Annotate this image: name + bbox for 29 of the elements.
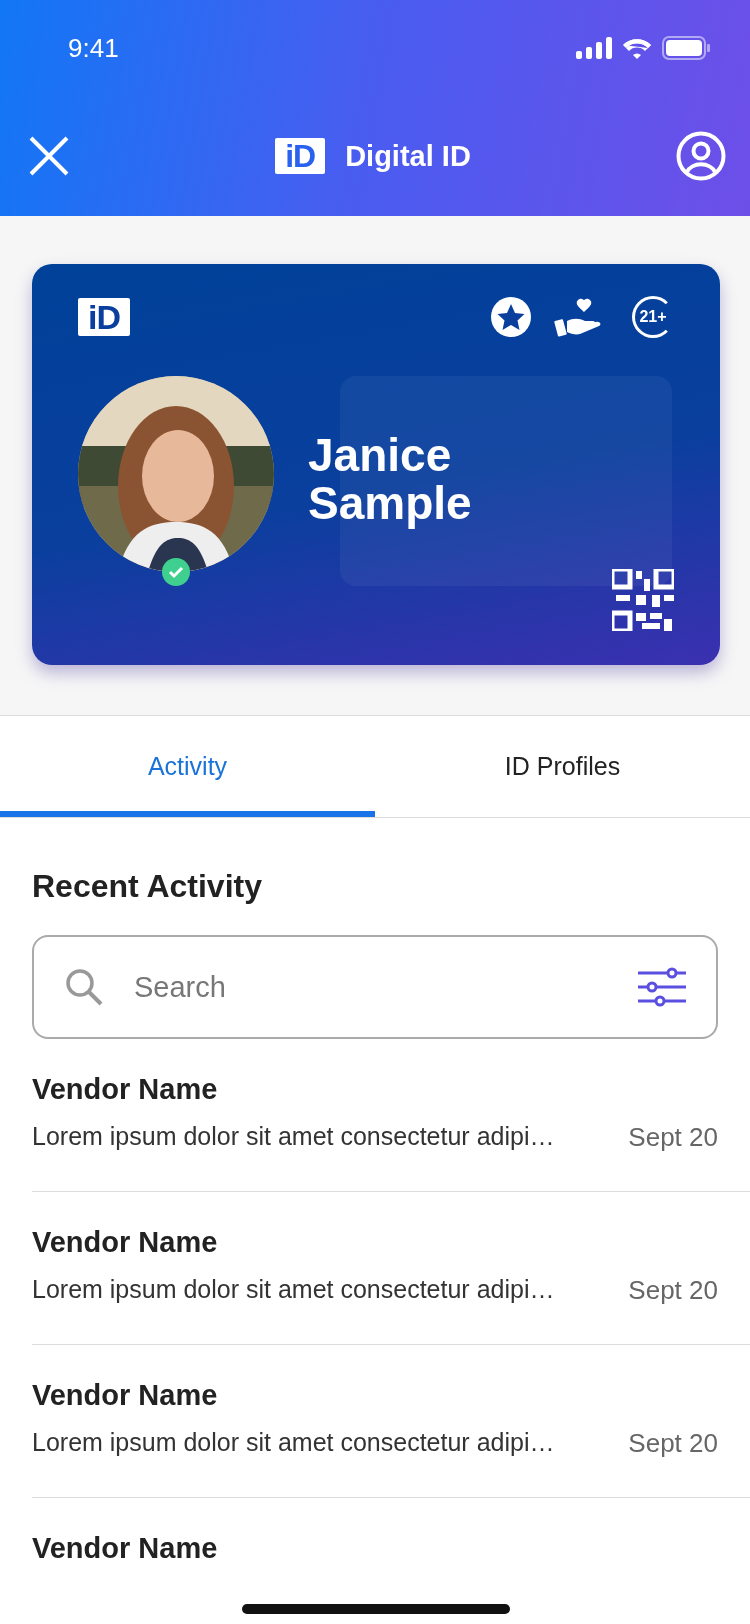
search-icon	[64, 967, 104, 1007]
activity-date: Sept 20	[628, 1122, 718, 1153]
search-field[interactable]: Search	[132, 969, 610, 1005]
star-badge-icon	[490, 296, 532, 338]
id-card[interactable]: iD 21+ Janice Sample	[32, 264, 720, 665]
wifi-icon	[622, 37, 652, 59]
app-logo: iD	[275, 138, 326, 174]
signal-icon	[576, 37, 612, 59]
tab[interactable]: Activity	[0, 716, 375, 817]
vendor-name: Vendor Name	[32, 1226, 219, 1259]
close-button[interactable]	[28, 135, 70, 177]
tab[interactable]: ID Profiles	[375, 716, 750, 817]
qr-code-icon[interactable]	[612, 569, 674, 631]
vendor-name: Vendor Name	[32, 1073, 219, 1106]
activity-date: Sept 20	[628, 1428, 718, 1459]
activity-date: Sept 20	[628, 1275, 718, 1306]
status-time: 9:41	[68, 32, 119, 64]
activity-description: Lorem ipsum dolor sit amet consectetur adipi…	[32, 1275, 555, 1305]
section-title: Recent Activity	[32, 868, 263, 905]
vendor-name: Vendor Name	[32, 1379, 219, 1412]
battery-icon	[662, 36, 710, 60]
screen-title: Digital ID	[345, 139, 471, 173]
filter-button[interactable]	[638, 967, 686, 1007]
vendor-name: Vendor Name	[32, 1532, 219, 1565]
holder-name: Janice Sample	[308, 430, 472, 528]
profile-button[interactable]	[676, 131, 726, 181]
activity-description: Lorem ipsum dolor sit amet consectetur adipi…	[32, 1122, 555, 1152]
card-logo: iD	[78, 298, 130, 336]
activity-description: Lorem ipsum dolor sit amet consectetur adipi…	[32, 1428, 555, 1458]
